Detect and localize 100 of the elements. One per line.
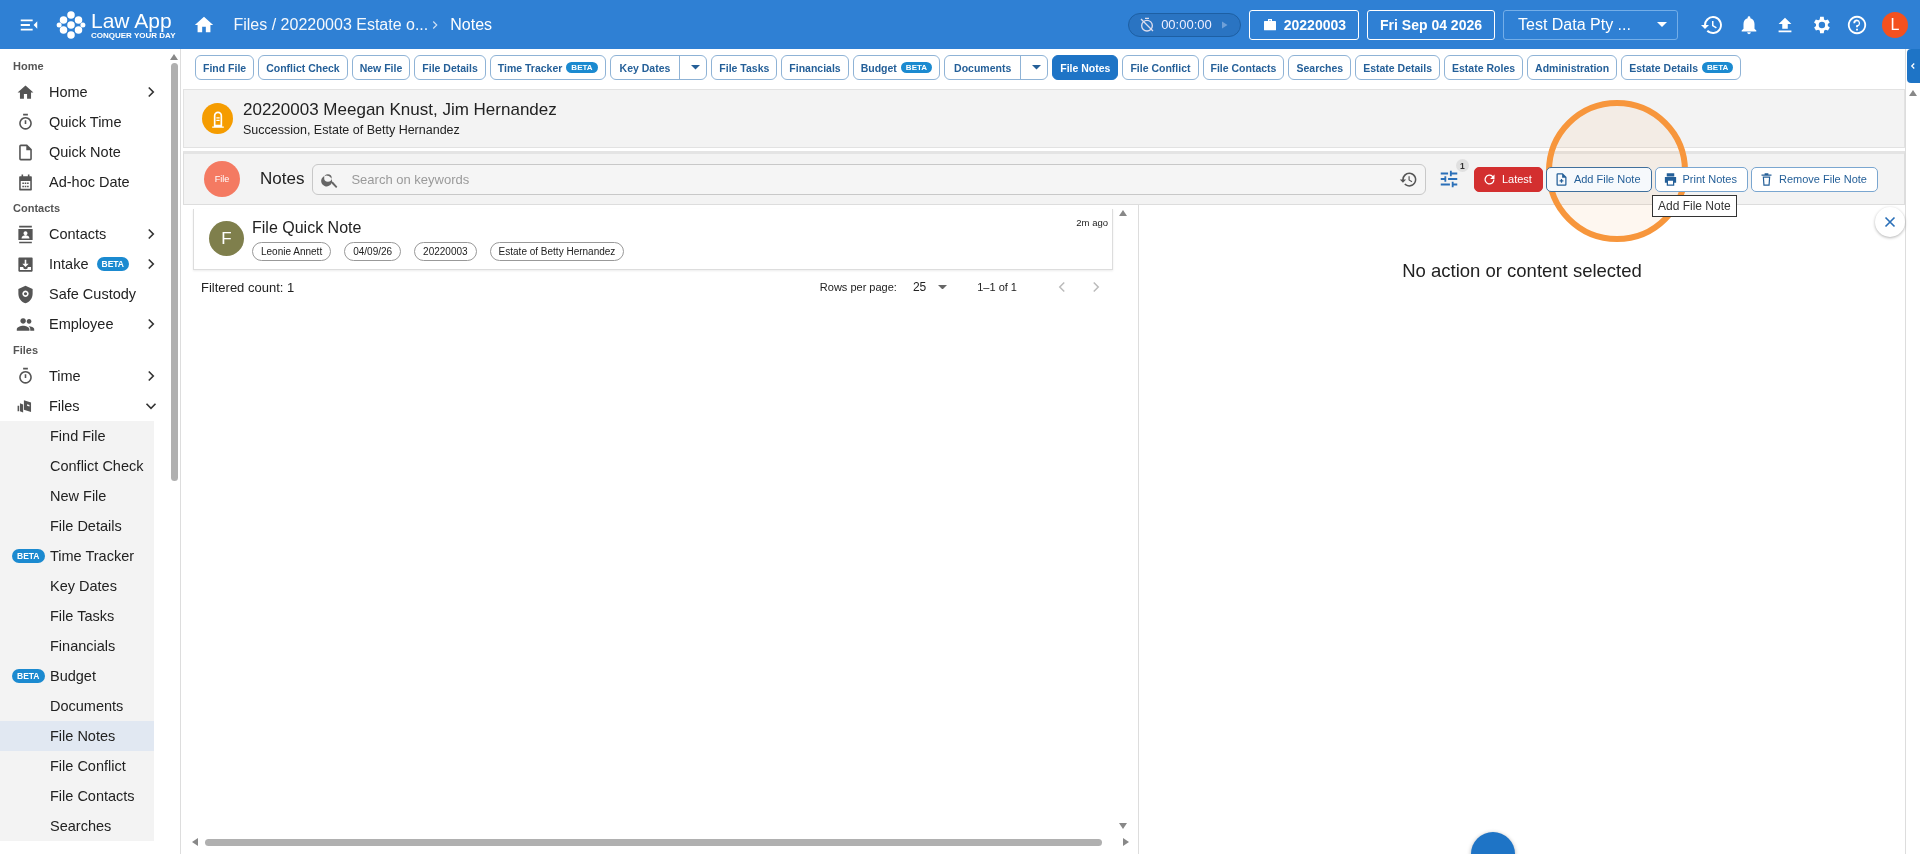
sidebar-section-label: Contacts bbox=[12, 201, 62, 216]
printer-icon bbox=[1662, 171, 1678, 187]
stopwatch-icon bbox=[16, 366, 35, 386]
close-button[interactable] bbox=[1875, 207, 1905, 237]
tab-split-button[interactable]: Key Dates bbox=[609, 55, 708, 80]
note-title: File Quick Note bbox=[252, 219, 363, 237]
sidebar-item[interactable]: Home bbox=[0, 77, 168, 107]
scroll-up-icon bbox=[1908, 89, 1918, 97]
sidebar-subitem-label: Time Tracker bbox=[50, 548, 135, 564]
sidebar-subitem-label: Find File bbox=[50, 428, 106, 444]
sidebar-item[interactable]: Employee bbox=[0, 309, 168, 339]
refresh-button[interactable]: Latest bbox=[1473, 166, 1543, 192]
tab[interactable]: Estate Details BETA bbox=[1621, 55, 1742, 80]
tab[interactable]: File Details bbox=[414, 55, 486, 80]
stopwatch-icon bbox=[16, 112, 35, 132]
sidebar-section-label: Home bbox=[12, 59, 45, 74]
tab[interactable]: File Conflict bbox=[1122, 55, 1199, 80]
tab[interactable]: Time Tracker BETA bbox=[489, 55, 606, 80]
breadcrumb-link[interactable]: Files / 20220003 Estate o... bbox=[233, 15, 429, 34]
sidebar-item-label: Contacts bbox=[49, 226, 107, 242]
sidebar-subitem[interactable]: New File bbox=[0, 481, 154, 511]
sidebar-item[interactable]: Files bbox=[0, 391, 168, 421]
sidebar-item[interactable]: Intake BETA bbox=[0, 249, 168, 279]
file-number-button[interactable]: 20220003 bbox=[1248, 9, 1360, 40]
caret-down-icon bbox=[1657, 22, 1667, 27]
sidebar-subitem[interactable]: BETA Time Tracker bbox=[0, 541, 154, 571]
sidebar-subitem-label: Searches bbox=[50, 818, 112, 834]
note-avatar: F bbox=[209, 221, 244, 256]
sidebar-item[interactable]: Safe Custody bbox=[0, 279, 168, 309]
sidebar-item-label: Time bbox=[49, 368, 81, 384]
account-dropdown[interactable]: Test Data Pty ... bbox=[1503, 9, 1678, 40]
sidebar-item-label: Intake bbox=[49, 256, 89, 272]
scroll-up-icon bbox=[169, 53, 179, 61]
beta-badge: BETA bbox=[1702, 62, 1734, 73]
tab-label: Documents bbox=[945, 56, 1022, 79]
filter-count-badge: 1 bbox=[1455, 159, 1469, 172]
sidebar-subitem[interactable]: Key Dates bbox=[0, 571, 154, 601]
tab[interactable]: File Contacts bbox=[1202, 55, 1285, 80]
tab[interactable]: Financials bbox=[781, 55, 849, 80]
sidebar-subitem[interactable]: File Conflict bbox=[0, 751, 154, 781]
notes-title: Notes bbox=[260, 169, 305, 189]
timer-value: 00:00:00 bbox=[1161, 17, 1212, 32]
sidebar-subitem-label: Budget bbox=[50, 668, 96, 684]
note-card[interactable]: F File Quick Note Leonie Annett 04/09/26 20220003 Estate of Betty Hernandez 2m ago bbox=[193, 209, 1113, 270]
sidebar-subitem[interactable]: Find File bbox=[0, 421, 154, 451]
hexagon-cluster-logo bbox=[56, 9, 86, 40]
beta-badge: BETA bbox=[96, 257, 129, 271]
note-time: 2m ago bbox=[1076, 217, 1108, 228]
rows-per-page-select[interactable]: 25 bbox=[912, 280, 948, 294]
tab[interactable]: Budget BETA bbox=[852, 55, 941, 80]
sidebar-subitem[interactable]: BETA Budget bbox=[0, 661, 154, 691]
sidebar-subitem[interactable]: Financials bbox=[0, 631, 154, 661]
toolbar-button[interactable]: Remove File Note bbox=[1750, 166, 1878, 192]
empty-state-message: No action or content selected bbox=[1402, 260, 1642, 282]
sidebar-subitem[interactable]: File Details bbox=[0, 511, 154, 541]
timer-display[interactable]: 00:00:00 bbox=[1128, 12, 1241, 37]
tab-split-button[interactable]: Documents bbox=[944, 55, 1049, 80]
tab[interactable]: Administration bbox=[1527, 55, 1618, 80]
scrollbar-thumb[interactable] bbox=[205, 838, 1102, 846]
sidebar-subitem[interactable]: Searches bbox=[0, 811, 154, 841]
sidebar-subitem[interactable]: File Tasks bbox=[0, 601, 154, 631]
inbox-icon bbox=[16, 254, 35, 274]
sidebar-subitem[interactable]: File Notes bbox=[0, 721, 154, 751]
file-subtitle: Succession, Estate of Betty Hernandez bbox=[243, 123, 461, 138]
rows-per-page-label: Rows per page: bbox=[819, 281, 897, 293]
sidebar-item[interactable]: Quick Note bbox=[0, 137, 168, 167]
tab[interactable]: Estate Details bbox=[1355, 55, 1441, 80]
tab[interactable]: Conflict Check bbox=[258, 55, 348, 80]
tab[interactable]: File Notes bbox=[1052, 55, 1119, 80]
sidebar-item[interactable]: Ad-hoc Date bbox=[0, 167, 168, 197]
tab[interactable]: Estate Roles bbox=[1444, 55, 1524, 80]
sidebar-item-label: Ad-hoc Date bbox=[49, 174, 130, 190]
scrollbar-thumb[interactable] bbox=[170, 63, 178, 481]
sidebar-subitem[interactable]: Documents bbox=[0, 691, 154, 721]
scroll-left-icon bbox=[191, 837, 199, 847]
tab[interactable]: New File bbox=[351, 55, 411, 80]
sidebar-subitem-label: Documents bbox=[50, 698, 124, 714]
panel-toggle-tab[interactable] bbox=[1906, 49, 1920, 83]
calendar-icon bbox=[16, 172, 35, 192]
date-button[interactable]: Fri Sep 04 2026 bbox=[1367, 9, 1495, 40]
sidebar-item[interactable]: Contacts bbox=[0, 219, 168, 249]
sidebar-subitem-label: Financials bbox=[50, 638, 116, 654]
sidebar-subitem[interactable]: Conflict Check bbox=[0, 451, 154, 481]
toolbar-button[interactable]: Print Notes bbox=[1654, 166, 1748, 192]
tab[interactable]: File Tasks bbox=[711, 55, 778, 80]
toolbar-button[interactable]: Add File Note bbox=[1545, 166, 1652, 192]
search-field[interactable]: Search on keywords bbox=[312, 163, 1426, 195]
scroll-down-icon bbox=[1118, 822, 1128, 830]
sidebar-subitem[interactable]: File Contacts bbox=[0, 781, 154, 811]
file-badge: File bbox=[204, 161, 240, 197]
sidebar-item-label: Employee bbox=[49, 316, 114, 332]
sidebar-item-label: Safe Custody bbox=[49, 286, 137, 302]
scroll-up-icon bbox=[1118, 209, 1128, 217]
tab[interactable]: Searches bbox=[1288, 55, 1352, 80]
beta-badge: BETA bbox=[12, 549, 45, 563]
breadcrumb-current: Notes bbox=[450, 15, 493, 34]
tooltip: Add File Note bbox=[1652, 195, 1737, 217]
sidebar-item[interactable]: Time bbox=[0, 361, 168, 391]
tab[interactable]: Find File bbox=[195, 55, 255, 80]
sidebar-item[interactable]: Quick Time bbox=[0, 107, 168, 137]
